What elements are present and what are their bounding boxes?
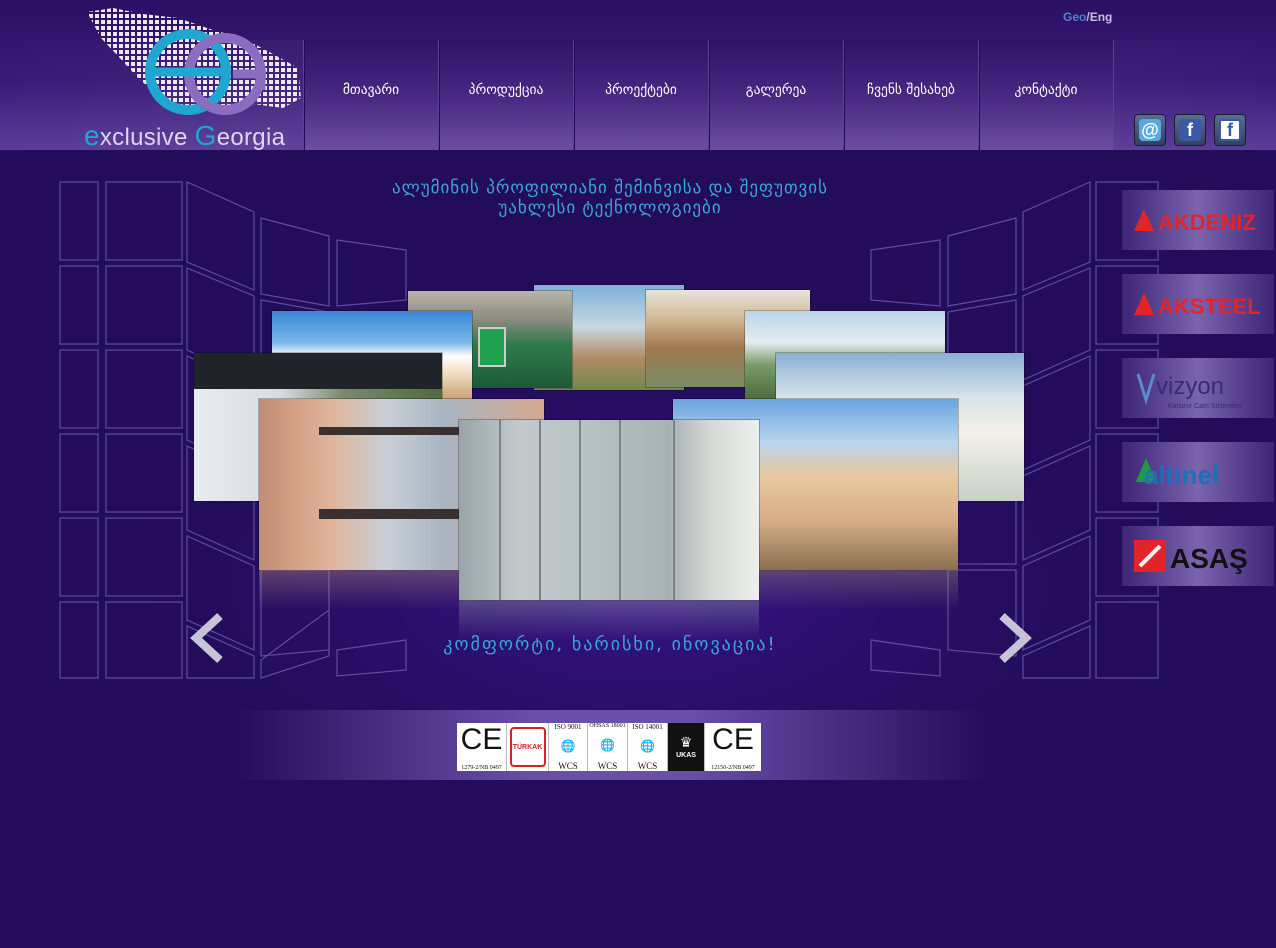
logo-word-2: eorgia xyxy=(216,124,286,151)
nav-item-about[interactable]: ჩვენს შესახებ xyxy=(843,40,978,150)
crown-icon: ♛ xyxy=(679,736,693,751)
facebook-icon: f xyxy=(1219,119,1241,141)
globe-icon: 🌐 xyxy=(600,737,615,752)
carousel-prev-button[interactable] xyxy=(188,612,228,664)
brand-asas[interactable]: ASAŞ xyxy=(1122,526,1274,586)
chevron-left-icon xyxy=(190,613,223,663)
nav-item-gallery[interactable]: გალერეა xyxy=(708,40,843,150)
photo-reflection xyxy=(259,570,459,610)
cert-mark: UKAS xyxy=(676,752,696,759)
cert-ce: CE 1279-2/NB 0497 xyxy=(457,723,507,771)
vizyon-logo: vizyon Katlanır Cam Sistemleri xyxy=(1136,373,1242,410)
cert-turkak: TÜRKAK xyxy=(507,723,549,771)
logo-wordmark: exclusive Georgia xyxy=(84,120,285,152)
lang-eng-link[interactable]: Eng xyxy=(1090,10,1113,24)
carousel-next-button[interactable] xyxy=(994,612,1034,664)
altinel-logo: altınel xyxy=(1136,458,1219,490)
cert-mark: CE xyxy=(460,723,503,756)
cert-iso14001: ISO 14001 🌐 WCS xyxy=(628,723,668,771)
brand-name: AKSTEEL xyxy=(1158,294,1261,319)
headline-line-1: ალუმინის პროფილიანი შემინვისა და შეფუთვი… xyxy=(392,178,828,198)
nav-item-home[interactable]: მთავარი xyxy=(303,40,438,150)
chevron-right-icon xyxy=(999,613,1032,663)
cert-mark: TÜRKAK xyxy=(512,743,543,751)
facebook-button[interactable]: f xyxy=(1174,114,1206,146)
carousel-photo[interactable] xyxy=(459,420,759,600)
cert-mark: CE xyxy=(712,723,754,756)
cert-ukas: ♛ UKAS xyxy=(668,723,705,771)
globe-icon: 🌐 xyxy=(640,738,655,753)
cert-mark: ISO 14001 xyxy=(632,723,663,731)
certification-logos: CE 1279-2/NB 0497 TÜRKAK ISO 9001 🌐 WCS … xyxy=(457,723,761,771)
cert-code: WCS xyxy=(558,761,578,771)
cert-ohsas18001: OHSAS 18001 🌐 WCS xyxy=(588,723,628,771)
facebook-icon: f xyxy=(1179,119,1201,141)
cert-ce-2: CE 12150-2/NB 0497 xyxy=(705,723,761,771)
email-button[interactable]: @ xyxy=(1134,114,1166,146)
brand-altinel[interactable]: altınel xyxy=(1122,442,1274,502)
email-icon: @ xyxy=(1139,119,1161,141)
cert-code: 12150-2/NB 0497 xyxy=(711,765,755,771)
brand-name: vizyon xyxy=(1156,373,1224,400)
language-switcher: Geo/Eng xyxy=(1063,10,1112,24)
logo-letter-g: G xyxy=(194,120,217,151)
aksteel-logo: AKSTEEL xyxy=(1134,293,1261,319)
facebook-page-button[interactable]: f xyxy=(1214,114,1246,146)
headline-line-2: უახლესი ტექნოლოგიები xyxy=(498,198,722,218)
brand-aksteel[interactable]: AKSTEEL xyxy=(1122,274,1274,334)
brand-name: altınel xyxy=(1144,460,1219,490)
logo-word-1: xclusive xyxy=(99,124,195,151)
akdeniz-logo: AKDENIZ xyxy=(1134,209,1256,235)
asas-logo: ASAŞ xyxy=(1134,540,1248,574)
brand-vizyon[interactable]: vizyon Katlanır Cam Sistemleri xyxy=(1122,358,1274,418)
nav-item-products[interactable]: პროდუქცია xyxy=(438,40,573,150)
cert-code: 1279-2/NB 0497 xyxy=(461,765,502,771)
brand-name: AKDENIZ xyxy=(1158,210,1256,235)
nav-item-projects[interactable]: პროექტები xyxy=(573,40,708,150)
slogan: კომფორტი, ხარისხი, ინოვაცია! xyxy=(443,634,777,655)
cert-mark: OHSAS 18001 xyxy=(589,723,626,729)
nav-item-contact[interactable]: კონტაქტი xyxy=(978,40,1114,150)
photo-reflection xyxy=(759,570,958,610)
cert-code: WCS xyxy=(597,761,618,771)
main-nav: მთავარი პროდუქცია პროექტები გალერეა ჩვენ… xyxy=(303,40,1114,150)
brand-name: ASAŞ xyxy=(1170,543,1248,574)
headline: ალუმინის პროფილიანი შემინვისა და შეფუთვი… xyxy=(300,178,920,218)
lang-geo-link[interactable]: Geo xyxy=(1063,10,1086,24)
brand-akdeniz[interactable]: AKDENIZ xyxy=(1122,190,1274,250)
cert-iso9001: ISO 9001 🌐 WCS xyxy=(549,723,588,771)
brand-tagline: Katlanır Cam Sistemleri xyxy=(1168,403,1242,410)
globe-icon: 🌐 xyxy=(560,738,576,753)
cert-code: WCS xyxy=(637,761,658,771)
logo-letter-e: e xyxy=(84,120,100,151)
cert-mark: ISO 9001 xyxy=(554,723,582,731)
